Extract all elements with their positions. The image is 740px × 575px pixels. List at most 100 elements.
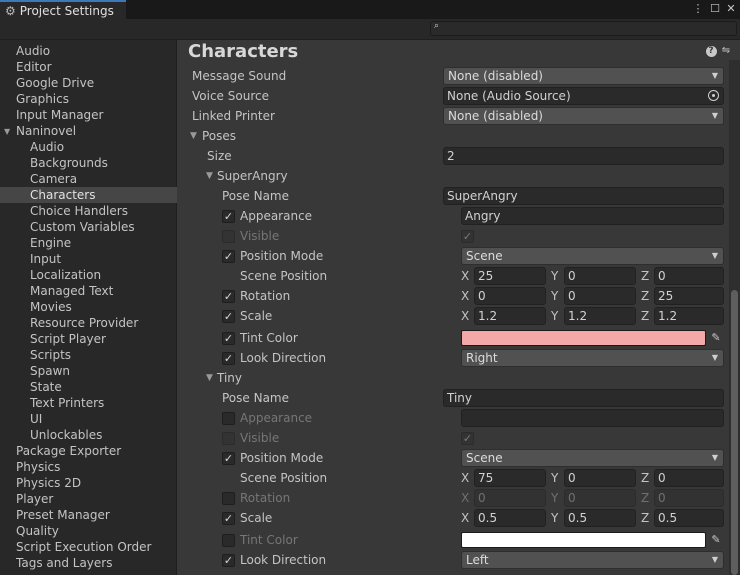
scale-x-field[interactable]: 0.5	[474, 509, 546, 527]
sidebar-item[interactable]: State	[30, 379, 62, 395]
scale-z-field[interactable]: 1.2	[654, 307, 724, 325]
object-picker-icon[interactable]	[708, 90, 719, 101]
position-mode-toggle[interactable]: ✓	[222, 452, 235, 465]
sidebar-item[interactable]: Characters	[0, 187, 177, 203]
sidebar-item[interactable]: Scripts	[30, 347, 71, 363]
sidebar-item[interactable]: Graphics	[16, 91, 69, 107]
rotation-z-field[interactable]: 0	[654, 489, 724, 507]
scene-position-x-field[interactable]: 25	[474, 267, 546, 285]
position-mode-dropdown[interactable]: Scene ▼	[461, 247, 724, 265]
visible-toggle[interactable]	[222, 230, 235, 243]
help-icon[interactable]: ?	[705, 45, 717, 57]
sidebar-item[interactable]: Backgrounds	[30, 155, 108, 171]
pose-foldout-icon[interactable]: ▼	[206, 171, 213, 181]
poses-label[interactable]: Poses	[202, 127, 236, 145]
position-mode-dropdown[interactable]: Scene ▼	[461, 449, 724, 467]
look-direction-dropdown[interactable]: Left ▼	[461, 551, 724, 569]
tint-color-swatch[interactable]	[461, 532, 706, 548]
scene-position-z-field[interactable]: 0	[654, 267, 724, 285]
sidebar-item[interactable]: Naninovel	[16, 123, 76, 139]
scale-y-field[interactable]: 0.5	[564, 509, 636, 527]
visible-toggle[interactable]	[222, 432, 235, 445]
sidebar-item[interactable]: Tags and Layers	[16, 555, 112, 571]
tint-color-swatch[interactable]	[461, 330, 706, 346]
visible-value-checkbox[interactable]: ✓	[461, 432, 474, 445]
sidebar-item[interactable]: Physics	[16, 459, 60, 475]
sidebar-item[interactable]: Audio	[30, 139, 64, 155]
sidebar-item[interactable]: Localization	[30, 267, 101, 283]
sidebar-item[interactable]: Input Manager	[16, 107, 104, 123]
sidebar-item[interactable]: Camera	[30, 171, 77, 187]
rotation-y-field[interactable]: 0	[564, 287, 636, 305]
scene-position-x-field[interactable]: 75	[474, 469, 546, 487]
tint-color-toggle[interactable]	[222, 534, 235, 547]
scene-position-z-field[interactable]: 0	[654, 469, 724, 487]
sidebar-item[interactable]: Player	[16, 491, 53, 507]
sidebar-item[interactable]: Script Player	[30, 331, 106, 347]
sidebar-item-label: Unlockables	[30, 428, 103, 442]
linked-printer-dropdown[interactable]: None (disabled) ▼	[443, 107, 724, 125]
rotation-y-field[interactable]: 0	[564, 489, 636, 507]
rotation-toggle[interactable]: ✓	[222, 290, 235, 303]
rotation-toggle[interactable]	[222, 492, 235, 505]
sidebar-item[interactable]: UI	[30, 411, 42, 427]
foldout-arrow-icon[interactable]: ▼	[4, 127, 10, 136]
pose-header[interactable]: Tiny	[217, 369, 242, 387]
scale-x-field[interactable]: 1.2	[474, 307, 546, 325]
position-mode-toggle[interactable]: ✓	[222, 250, 235, 263]
rotation-x-field[interactable]: 0	[474, 287, 546, 305]
message-sound-dropdown[interactable]: None (disabled) ▼	[443, 67, 724, 85]
sidebar-item[interactable]: Engine	[30, 235, 71, 251]
more-options-icon[interactable]: ⋮	[690, 1, 706, 17]
search-input[interactable]: ⌕	[430, 21, 737, 36]
look-direction-toggle[interactable]: ✓	[222, 554, 235, 567]
scale-y-field[interactable]: 1.2	[564, 307, 636, 325]
sidebar-item[interactable]: Physics 2D	[16, 475, 81, 491]
pose-foldout-icon[interactable]: ▼	[206, 373, 213, 383]
tab-project-settings[interactable]: ⚙ Project Settings	[0, 0, 126, 19]
voice-source-field[interactable]: None (Audio Source)	[443, 87, 724, 105]
sidebar-item[interactable]: Google Drive	[16, 75, 94, 91]
rotation-z-field[interactable]: 25	[654, 287, 724, 305]
scale-toggle[interactable]: ✓	[222, 310, 235, 323]
maximize-icon[interactable]: ☐	[707, 1, 723, 17]
pose-name-field[interactable]: SuperAngry	[443, 187, 724, 205]
rotation-x-field[interactable]: 0	[474, 489, 546, 507]
sidebar-item[interactable]: Preset Manager	[16, 507, 110, 523]
sidebar-item[interactable]: Custom Variables	[30, 219, 135, 235]
pose-header[interactable]: SuperAngry	[217, 167, 288, 185]
scale-z-field[interactable]: 0.5	[654, 509, 724, 527]
poses-size-field[interactable]: 2	[443, 147, 724, 165]
visible-value-checkbox[interactable]: ✓	[461, 230, 474, 243]
sidebar-item[interactable]: Unlockables	[30, 427, 102, 443]
appearance-toggle[interactable]	[222, 412, 235, 425]
sidebar-item[interactable]: Managed Text	[30, 283, 113, 299]
preset-settings-icon[interactable]: ⇋	[720, 45, 732, 57]
look-direction-dropdown[interactable]: Right ▼	[461, 349, 724, 367]
pose-name-field[interactable]: Tiny	[443, 389, 724, 407]
sidebar-item[interactable]: Resource Provider	[30, 315, 138, 331]
tint-color-toggle[interactable]: ✓	[222, 332, 235, 345]
sidebar-item[interactable]: Choice Handlers	[30, 203, 128, 219]
sidebar-item[interactable]: Package Exporter	[16, 443, 121, 459]
scene-position-y-field[interactable]: 0	[564, 267, 636, 285]
sidebar-item[interactable]: Audio	[16, 43, 50, 59]
sidebar-item[interactable]: Quality	[16, 523, 59, 539]
sidebar-item[interactable]: Script Execution Order	[16, 539, 151, 555]
scene-position-y-field[interactable]: 0	[564, 469, 636, 487]
eyedropper-icon[interactable]: ✎	[708, 330, 724, 346]
poses-foldout-icon[interactable]: ▼	[190, 131, 197, 141]
sidebar-item[interactable]: Editor	[16, 59, 52, 75]
appearance-field[interactable]	[461, 409, 724, 427]
close-icon[interactable]: ✕	[723, 1, 739, 17]
sidebar-item[interactable]: Movies	[30, 299, 72, 315]
eyedropper-icon[interactable]: ✎	[708, 532, 724, 548]
sidebar-item[interactable]: Input	[30, 251, 61, 267]
sidebar-item[interactable]: Text Printers	[30, 395, 104, 411]
scale-toggle[interactable]: ✓	[222, 512, 235, 525]
sidebar-item[interactable]: Spawn	[30, 363, 70, 379]
scrollbar-thumb[interactable]	[731, 290, 738, 575]
appearance-field[interactable]: Angry	[461, 207, 724, 225]
appearance-toggle[interactable]: ✓	[222, 210, 235, 223]
look-direction-toggle[interactable]: ✓	[222, 352, 235, 365]
